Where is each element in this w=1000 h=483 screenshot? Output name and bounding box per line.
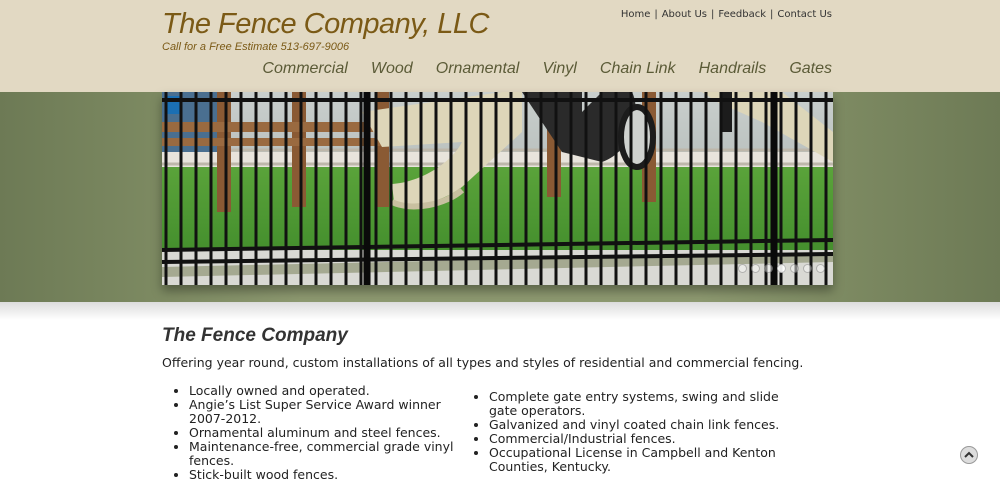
slideshow-pager bbox=[734, 258, 825, 277]
nav-gates[interactable]: Gates bbox=[789, 60, 832, 77]
divider: | bbox=[654, 9, 658, 20]
list-item: Locally owned and operated. bbox=[189, 384, 462, 398]
list-item: Ornamental aluminum and steel fences. bbox=[189, 426, 462, 440]
hero-band-shadow bbox=[0, 302, 1000, 320]
list-item: Occupational License in Campbell and Ken… bbox=[489, 446, 802, 474]
list-item: Commercial/Industrial fences. bbox=[489, 432, 802, 446]
slideshow-dot[interactable] bbox=[738, 264, 747, 273]
list-item: Galvanized and vinyl coated chain link f… bbox=[489, 418, 802, 432]
nav-commercial[interactable]: Commercial bbox=[262, 60, 347, 77]
list-item: Maintenance-free, commercial grade vinyl… bbox=[189, 440, 462, 468]
scroll-to-top-button[interactable] bbox=[960, 446, 978, 464]
nav-handrails[interactable]: Handrails bbox=[699, 60, 767, 77]
hero-slideshow[interactable] bbox=[162, 92, 833, 285]
list-item: Complete gate entry systems, swing and s… bbox=[489, 390, 802, 418]
main-content: The Fence Company Offering year round, c… bbox=[162, 325, 842, 482]
intro-text: Offering year round, custom installation… bbox=[162, 355, 804, 370]
page-title: The Fence Company bbox=[162, 325, 348, 346]
nav-vinyl[interactable]: Vinyl bbox=[542, 60, 576, 77]
top-link-contact-us[interactable]: Contact Us bbox=[777, 9, 832, 20]
feature-list-left: Locally owned and operated. Angie’s List… bbox=[162, 384, 462, 482]
site-logo-title[interactable]: The Fence Company, LLC bbox=[162, 8, 489, 41]
divider: | bbox=[711, 9, 715, 20]
chevron-up-icon bbox=[964, 451, 974, 458]
main-nav: Commercial Wood Ornamental Vinyl Chain L… bbox=[244, 58, 832, 78]
slideshow-dot[interactable] bbox=[803, 264, 812, 273]
feature-list-right: Complete gate entry systems, swing and s… bbox=[462, 390, 802, 474]
nav-ornamental[interactable]: Ornamental bbox=[436, 60, 520, 77]
site-header: The Fence Company, LLC Call for a Free E… bbox=[0, 0, 1000, 92]
slideshow-dot[interactable] bbox=[764, 264, 773, 273]
list-item: Angie’s List Super Service Award winner … bbox=[189, 398, 462, 426]
slideshow-dot[interactable] bbox=[816, 264, 825, 273]
hero-image-playground-fence bbox=[162, 92, 833, 285]
top-link-home[interactable]: Home bbox=[621, 9, 651, 20]
nav-chain-link[interactable]: Chain Link bbox=[600, 60, 676, 77]
list-item: Stick-built wood fences. bbox=[189, 468, 462, 482]
site-tagline: Call for a Free Estimate 513-697-9006 bbox=[162, 41, 350, 53]
top-link-feedback[interactable]: Feedback bbox=[718, 9, 766, 20]
nav-wood[interactable]: Wood bbox=[371, 60, 413, 77]
slideshow-dot[interactable] bbox=[790, 264, 799, 273]
divider: | bbox=[770, 9, 774, 20]
top-links: Home | About Us | Feedback | Contact Us bbox=[621, 9, 832, 20]
top-link-about-us[interactable]: About Us bbox=[662, 9, 707, 20]
slideshow-dot[interactable] bbox=[777, 264, 786, 273]
slideshow-dot[interactable] bbox=[751, 264, 760, 273]
